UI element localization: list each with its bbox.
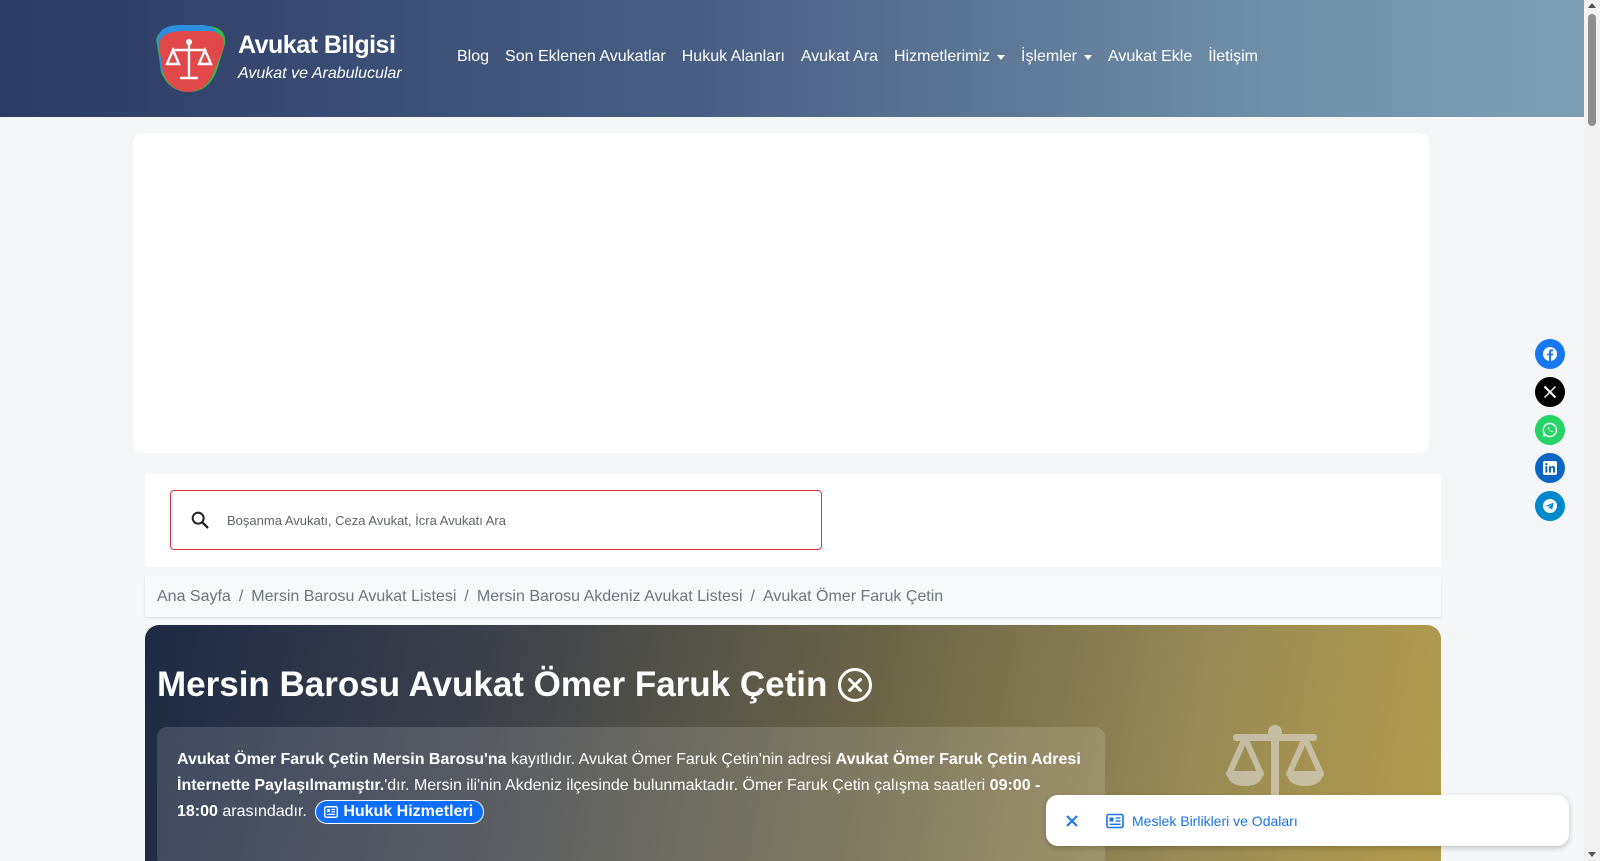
page-scrollbar[interactable] — [1584, 0, 1600, 861]
search-input[interactable] — [227, 512, 787, 528]
nav-iletisim[interactable]: İletişim — [1208, 48, 1258, 66]
breadcrumb-separator: / — [464, 587, 469, 605]
telegram-icon — [1543, 499, 1557, 513]
caret-down-icon — [1084, 54, 1093, 60]
related-link-toast: Meslek Birlikleri ve Odaları — [1046, 795, 1569, 846]
breadcrumb-akdeniz[interactable]: Mersin Barosu Akdeniz Avukat Listesi — [477, 588, 743, 606]
nav-label: Hizmetlerimiz — [894, 48, 990, 65]
x-circle-icon — [838, 668, 873, 702]
facebook-icon — [1543, 347, 1557, 362]
search-icon[interactable] — [189, 509, 211, 531]
nav-blog[interactable]: Blog — [457, 48, 489, 66]
navbar: Avukat Bilgisi Avukat ve Arabulucular Bl… — [0, 0, 1584, 117]
newspaper-icon — [1106, 813, 1124, 828]
brand-title[interactable]: Avukat Bilgisi — [238, 31, 396, 60]
nav-avukat-ara[interactable]: Avukat Ara — [801, 48, 878, 66]
caret-down-icon — [997, 54, 1005, 60]
linkedin-share-button[interactable] — [1535, 453, 1565, 483]
badge-label: Hukuk Hizmetleri — [343, 802, 474, 820]
info-text: kayıtlıdır. Avukat Ömer Faruk Çetin'nin … — [506, 751, 836, 768]
info-text: 'dır. Mersin ili'nin Akdeniz ilçesinde b… — [384, 777, 990, 794]
ad-placeholder — [133, 133, 1429, 453]
nav-hukuk-alanlari[interactable]: Hukuk Alanları — [682, 48, 785, 66]
breadcrumb-current: Avukat Ömer Faruk Çetin — [762, 587, 944, 605]
scroll-down-arrow-icon[interactable] — [1588, 852, 1596, 857]
nav-islemler-dropdown[interactable]: İşlemler — [1021, 48, 1093, 66]
linkedin-icon — [1543, 461, 1557, 475]
info-bold-registration: Avukat Ömer Faruk Çetin Mersin Barosu'na — [177, 751, 507, 768]
scrollbar-thumb[interactable] — [1588, 14, 1596, 126]
hukuk-hizmetleri-badge[interactable]: Hukuk Hizmetleri — [315, 799, 485, 824]
whatsapp-share-button[interactable] — [1535, 415, 1565, 445]
nav-avukat-ekle[interactable]: Avukat Ekle — [1108, 48, 1192, 66]
nav-label: Avukat Ara — [800, 48, 878, 65]
nav-label: İletişim — [1208, 48, 1258, 65]
x-twitter-icon — [1543, 385, 1557, 399]
nav-label: Hukuk Alanları — [681, 48, 785, 65]
facebook-share-button[interactable] — [1535, 339, 1565, 369]
nav-label: Avukat Ekle — [1108, 48, 1193, 65]
telegram-share-button[interactable] — [1535, 491, 1565, 521]
page-title-text: Mersin Barosu Avukat Ömer Faruk Çetin — [157, 665, 828, 704]
breadcrumb: Ana Sayfa / Mersin Barosu Avukat Listesi… — [145, 576, 1441, 617]
nav-label: Blog — [457, 48, 490, 65]
nav-label: Son Eklenen Avukatlar — [505, 48, 666, 65]
site-logo-icon[interactable] — [147, 22, 231, 94]
newspaper-icon — [324, 805, 339, 818]
breadcrumb-home[interactable]: Ana Sayfa — [157, 588, 231, 606]
close-icon — [1066, 814, 1078, 827]
nav-label: İşlemler — [1021, 48, 1078, 65]
brand-subtitle: Avukat ve Arabulucular — [238, 65, 402, 82]
breadcrumb-mersin-barosu[interactable]: Mersin Barosu Avukat Listesi — [251, 588, 456, 606]
x-share-button[interactable] — [1535, 377, 1565, 407]
main-nav: Blog Son Eklenen Avukatlar Hukuk Alanlar… — [457, 48, 1274, 66]
lawyer-info-card: Avukat Ömer Faruk Çetin Mersin Barosu'na… — [157, 727, 1105, 861]
nav-hizmetlerimiz-dropdown[interactable]: Hizmetlerimiz — [894, 48, 1005, 66]
breadcrumb-separator: / — [750, 587, 755, 605]
search-section — [145, 474, 1441, 567]
info-text: arasındadır. — [217, 803, 307, 820]
whatsapp-icon — [1542, 422, 1558, 438]
toast-link[interactable]: Meslek Birlikleri ve Odaları — [1132, 813, 1298, 829]
search-box — [170, 490, 822, 550]
nav-son-eklenen-avukatlar[interactable]: Son Eklenen Avukatlar — [505, 48, 666, 66]
toast-close-button[interactable] — [1062, 811, 1082, 831]
scroll-up-arrow-icon[interactable] — [1588, 3, 1596, 8]
page-title: Mersin Barosu Avukat Ömer Faruk Çetin — [157, 665, 873, 705]
breadcrumb-separator: / — [238, 587, 244, 605]
